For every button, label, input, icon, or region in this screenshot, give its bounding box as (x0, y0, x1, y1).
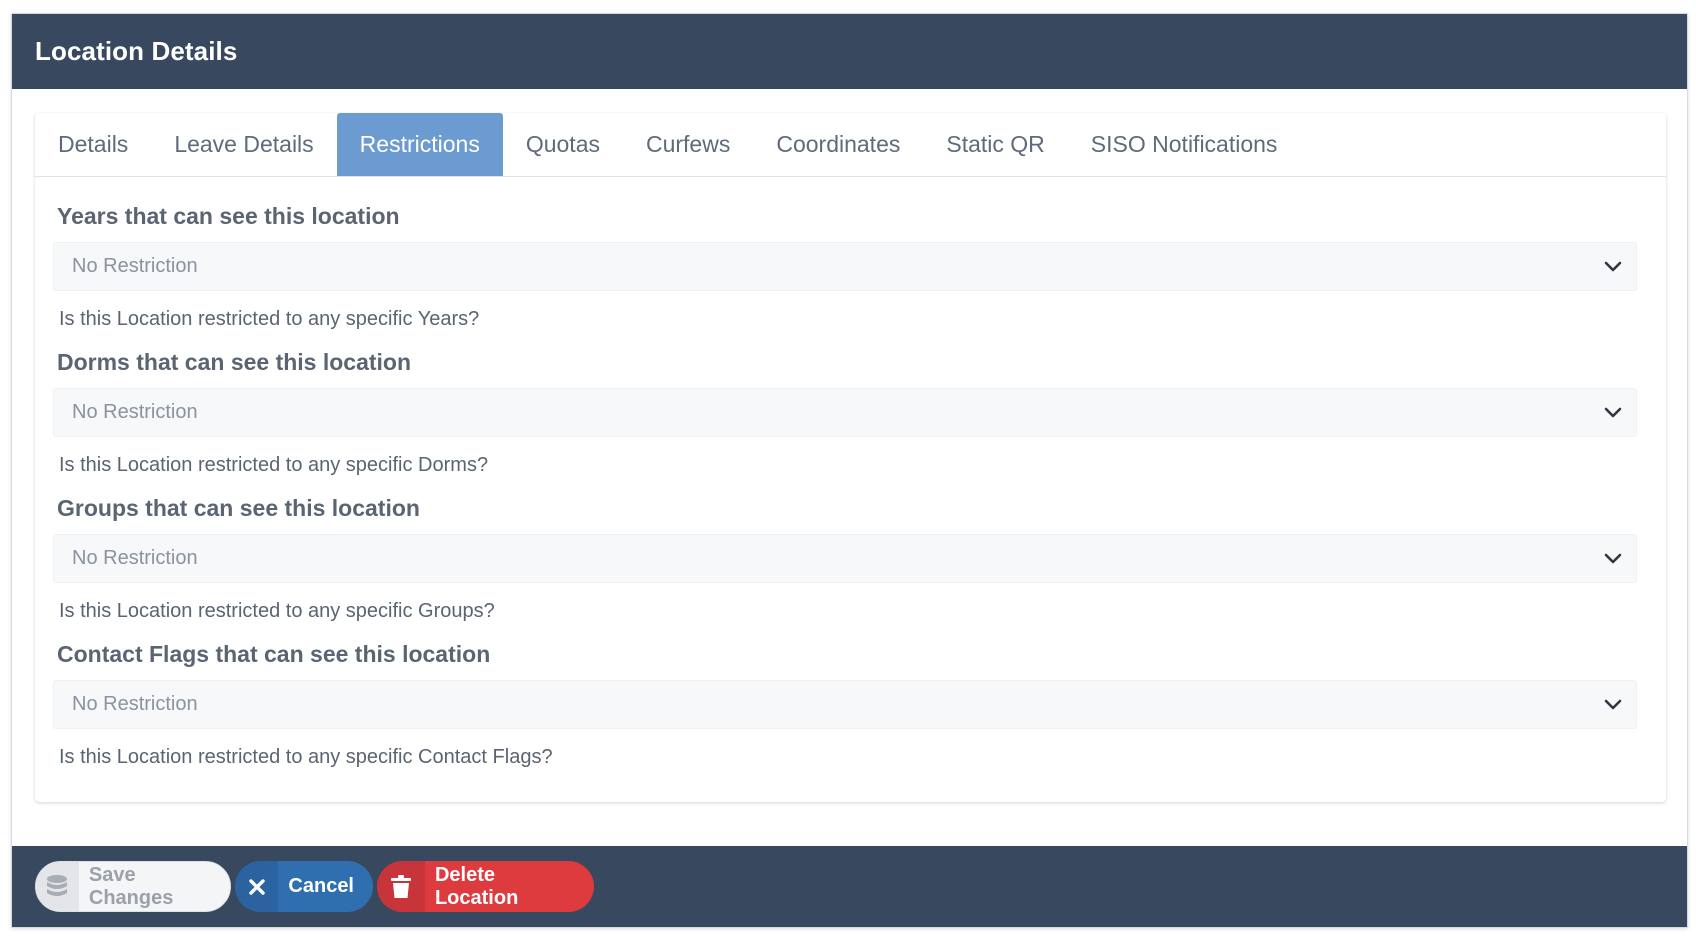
groups-restriction-field: Groups that can see this location No Res… (53, 495, 1637, 627)
modal-title: Location Details (35, 36, 238, 66)
contact-flags-restriction-field: Contact Flags that can see this location… (53, 641, 1637, 773)
save-changes-button[interactable]: Save Changes (35, 861, 231, 912)
years-restriction-field: Years that can see this location No Rest… (53, 203, 1637, 335)
chevron-down-icon (1604, 699, 1622, 709)
dorms-restriction-field: Dorms that can see this location No Rest… (53, 349, 1637, 481)
tab-bar: Details Leave Details Restrictions Quota… (35, 113, 1666, 177)
tab-static-qr[interactable]: Static QR (923, 113, 1067, 176)
cancel-button[interactable]: Cancel (235, 861, 373, 912)
chevron-down-icon (1604, 261, 1622, 271)
years-restriction-value: No Restriction (72, 255, 198, 277)
modal-header: Location Details (12, 14, 1687, 89)
years-restriction-help: Is this Location restricted to any speci… (59, 308, 480, 330)
dorms-restriction-help: Is this Location restricted to any speci… (59, 454, 489, 476)
groups-restriction-help: Is this Location restricted to any speci… (59, 600, 495, 622)
location-details-modal: Location Details Details Leave Details R… (11, 13, 1688, 928)
years-restriction-select[interactable]: No Restriction (53, 242, 1637, 291)
restrictions-panel: Years that can see this location No Rest… (35, 177, 1666, 773)
tab-leave-details[interactable]: Leave Details (151, 113, 336, 176)
years-restriction-label: Years that can see this location (57, 203, 400, 229)
groups-restriction-select[interactable]: No Restriction (53, 534, 1637, 583)
tab-coordinates[interactable]: Coordinates (753, 113, 923, 176)
tab-quotas[interactable]: Quotas (503, 113, 623, 176)
tab-siso-notifications[interactable]: SISO Notifications (1068, 113, 1301, 176)
groups-restriction-value: No Restriction (72, 547, 198, 569)
cancel-label: Cancel (288, 875, 354, 897)
contact-flags-restriction-value: No Restriction (72, 693, 198, 715)
contact-flags-restriction-help: Is this Location restricted to any speci… (59, 746, 553, 768)
dorms-restriction-label: Dorms that can see this location (57, 349, 412, 375)
trash-icon (377, 861, 425, 912)
modal-footer: Save Changes Cancel Delete Location (12, 846, 1687, 927)
contact-flags-restriction-select[interactable]: No Restriction (53, 680, 1637, 729)
delete-location-button[interactable]: Delete Location (377, 861, 594, 912)
dorms-restriction-select[interactable]: No Restriction (53, 388, 1637, 437)
dorms-restriction-value: No Restriction (72, 401, 198, 423)
database-icon (36, 862, 79, 911)
chevron-down-icon (1604, 553, 1622, 563)
delete-location-label: Delete Location (434, 863, 519, 909)
tab-restrictions[interactable]: Restrictions (336, 113, 503, 176)
chevron-down-icon (1604, 407, 1622, 417)
close-icon (235, 861, 279, 912)
tab-curfews[interactable]: Curfews (623, 113, 753, 176)
restrictions-card: Details Leave Details Restrictions Quota… (35, 113, 1666, 802)
save-changes-label: Save Changes (88, 863, 174, 909)
contact-flags-restriction-label: Contact Flags that can see this location (57, 641, 491, 667)
groups-restriction-label: Groups that can see this location (57, 495, 420, 521)
tab-details[interactable]: Details (35, 113, 151, 176)
